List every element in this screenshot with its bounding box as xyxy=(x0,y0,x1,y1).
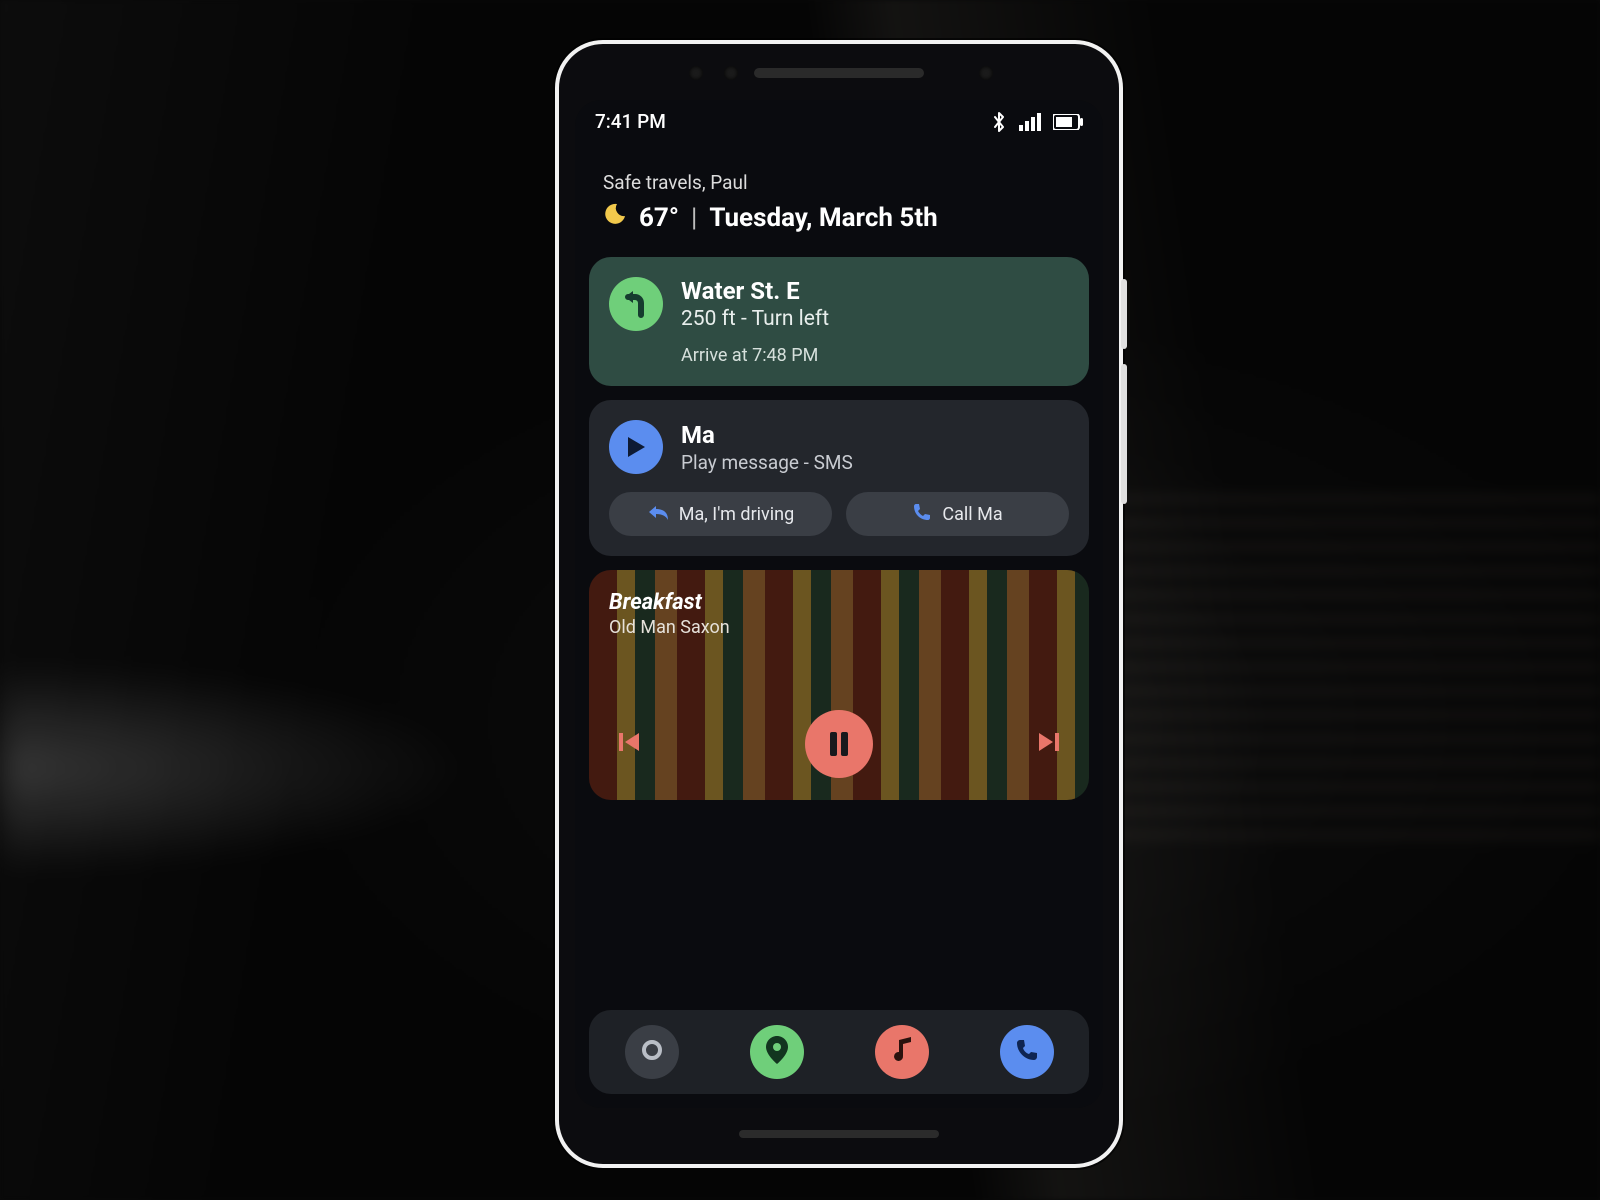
chin-speaker xyxy=(739,1130,939,1138)
front-sensor-icon xyxy=(724,66,738,80)
status-icons xyxy=(991,111,1083,133)
message-card[interactable]: Ma Play message - SMS Ma, I'm driving xyxy=(589,400,1089,556)
date-text: Tuesday, March 5th xyxy=(709,203,937,233)
home-button[interactable] xyxy=(625,1025,679,1079)
phone-icon xyxy=(912,502,932,527)
music-note-icon xyxy=(891,1037,913,1067)
play-icon[interactable] xyxy=(609,420,663,474)
phone-icon xyxy=(1015,1038,1039,1066)
earpiece-grill xyxy=(754,68,924,78)
nav-arrival: Arrive at 7:48 PM xyxy=(681,345,1069,366)
weather-row: 67° | Tuesday, March 5th xyxy=(603,202,1075,233)
nav-street: Water St. E xyxy=(681,277,829,305)
moon-icon xyxy=(603,202,627,233)
turn-left-icon xyxy=(609,277,663,331)
bottom-bar xyxy=(589,1010,1089,1094)
navigation-card[interactable]: Water St. E 250 ft - Turn left Arrive at… xyxy=(589,257,1089,386)
music-title: Breakfast xyxy=(609,590,1069,615)
front-camera2-icon xyxy=(979,66,993,80)
phone-frame: 7:41 PM Safe travels, Paul 67° xyxy=(555,40,1123,1168)
map-marker-icon xyxy=(766,1036,788,1068)
music-button[interactable] xyxy=(875,1025,929,1079)
reply-driving-button[interactable]: Ma, I'm driving xyxy=(609,492,832,536)
nav-instruction: 250 ft - Turn left xyxy=(681,307,829,331)
phone-button[interactable] xyxy=(1000,1025,1054,1079)
message-subtitle: Play message - SMS xyxy=(681,451,853,474)
greeting-text: Safe travels, Paul xyxy=(603,171,1075,194)
separator-text: | xyxy=(691,203,697,233)
circle-icon xyxy=(640,1038,664,1066)
pause-button[interactable] xyxy=(805,710,873,778)
header: Safe travels, Paul 67° | Tuesday, March … xyxy=(575,137,1103,251)
call-label: Call Ma xyxy=(942,504,1002,525)
map-button[interactable] xyxy=(750,1025,804,1079)
volume-button xyxy=(1121,364,1127,504)
status-bar: 7:41 PM xyxy=(575,100,1103,137)
cellular-icon xyxy=(1019,113,1041,131)
music-artist: Old Man Saxon xyxy=(609,617,1069,638)
temperature-text: 67° xyxy=(639,203,679,233)
previous-track-button[interactable] xyxy=(615,728,643,760)
next-track-button[interactable] xyxy=(1035,728,1063,760)
music-card[interactable]: Breakfast Old Man Saxon xyxy=(589,570,1089,800)
screen: 7:41 PM Safe travels, Paul 67° xyxy=(575,100,1103,1108)
reply-label: Ma, I'm driving xyxy=(679,504,794,525)
reply-icon xyxy=(647,503,669,526)
call-ma-button[interactable]: Call Ma xyxy=(846,492,1069,536)
front-camera-icon xyxy=(689,66,703,80)
bluetooth-icon xyxy=(991,111,1007,133)
message-sender: Ma xyxy=(681,421,853,449)
battery-icon xyxy=(1053,114,1083,130)
power-button xyxy=(1121,279,1127,349)
clock-text: 7:41 PM xyxy=(595,110,666,133)
